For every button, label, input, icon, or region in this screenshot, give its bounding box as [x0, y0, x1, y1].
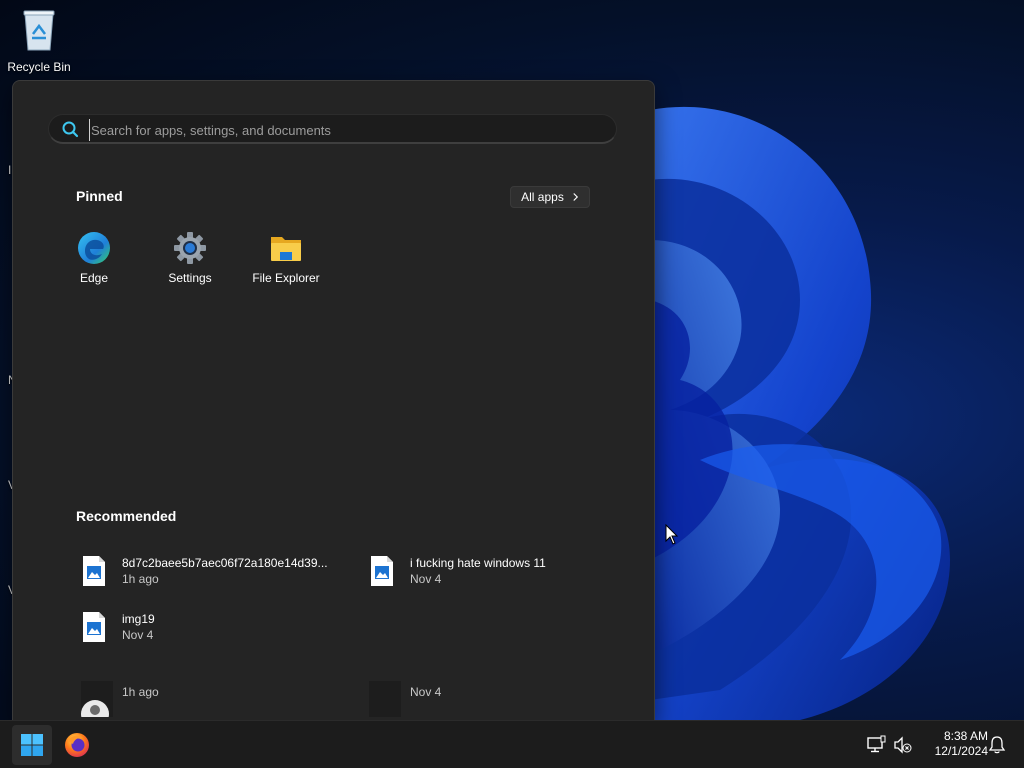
recommended-item-time: Nov 4: [122, 628, 154, 642]
volume-muted-icon[interactable]: [893, 735, 913, 755]
pinned-app-edge[interactable]: Edge: [46, 231, 142, 285]
pinned-title: Pinned: [76, 188, 123, 204]
recommended-item[interactable]: img19 Nov 4: [81, 609, 351, 649]
all-apps-button[interactable]: All apps: [510, 186, 590, 208]
user-thumbnail-icon: [81, 681, 113, 721]
network-icon[interactable]: [866, 735, 886, 755]
recommended-item[interactable]: 1h ago: [81, 681, 351, 721]
recommended-item-time: 1h ago: [122, 685, 159, 699]
file-explorer-icon: [271, 237, 301, 261]
mouse-cursor-icon: [665, 524, 679, 545]
start-menu: Pinned All apps Edge: [12, 80, 655, 721]
recommended-item-time: 1h ago: [122, 572, 159, 586]
pinned-app-settings[interactable]: Settings: [142, 231, 238, 285]
chevron-right-icon: [573, 193, 578, 201]
recommended-item[interactable]: i fucking hate windows 11 Nov 4: [369, 553, 639, 593]
recommended-title: Recommended: [76, 508, 177, 524]
recycle-bin-icon: [23, 10, 55, 51]
dark-thumbnail: [369, 681, 401, 717]
notification-bell-icon[interactable]: [987, 735, 1007, 755]
edge-icon: [78, 232, 110, 264]
image-file-icon: [83, 612, 105, 642]
recommended-item[interactable]: 8d7c2baee5b7aec06f72a180e14d39... 1h ago: [81, 553, 351, 593]
image-file-icon: [371, 556, 393, 586]
taskbar: 8:38 AM 12/1/2024: [0, 720, 1024, 768]
system-clock[interactable]: 8:38 AM 12/1/2024: [918, 729, 988, 759]
clock-time: 8:38 AM: [943, 729, 988, 743]
pinned-app-file-explorer[interactable]: File Explorer: [238, 231, 334, 285]
recommended-item-time: Nov 4: [410, 685, 442, 699]
desktop-icon-label: Recycle Bin: [7, 60, 71, 74]
settings-gear-icon: [174, 232, 206, 264]
firefox-icon: [65, 733, 89, 757]
firefox-taskbar-button[interactable]: [57, 725, 97, 765]
start-button[interactable]: [12, 725, 52, 765]
search-input[interactable]: [89, 119, 603, 141]
search-box[interactable]: [48, 114, 617, 144]
recommended-item-time: Nov 4: [410, 572, 442, 586]
recommended-item[interactable]: Nov 4: [369, 681, 639, 721]
windows-start-icon: [21, 734, 43, 756]
recommended-item-name: i fucking hate windows 11: [410, 556, 546, 570]
desktop-fragment: I: [8, 163, 12, 177]
image-file-icon: [83, 556, 105, 586]
search-icon: [62, 121, 79, 138]
all-apps-label: All apps: [521, 190, 564, 204]
desktop-icon-recycle-bin[interactable]: Recycle Bin: [6, 6, 72, 74]
recommended-item-name: img19: [122, 612, 155, 626]
clock-date: 12/1/2024: [934, 744, 988, 758]
pinned-app-label: File Explorer: [252, 271, 320, 285]
recommended-item-name: 8d7c2baee5b7aec06f72a180e14d39...: [122, 556, 328, 570]
pinned-app-label: Edge: [79, 271, 109, 285]
pinned-app-label: Settings: [168, 271, 212, 285]
